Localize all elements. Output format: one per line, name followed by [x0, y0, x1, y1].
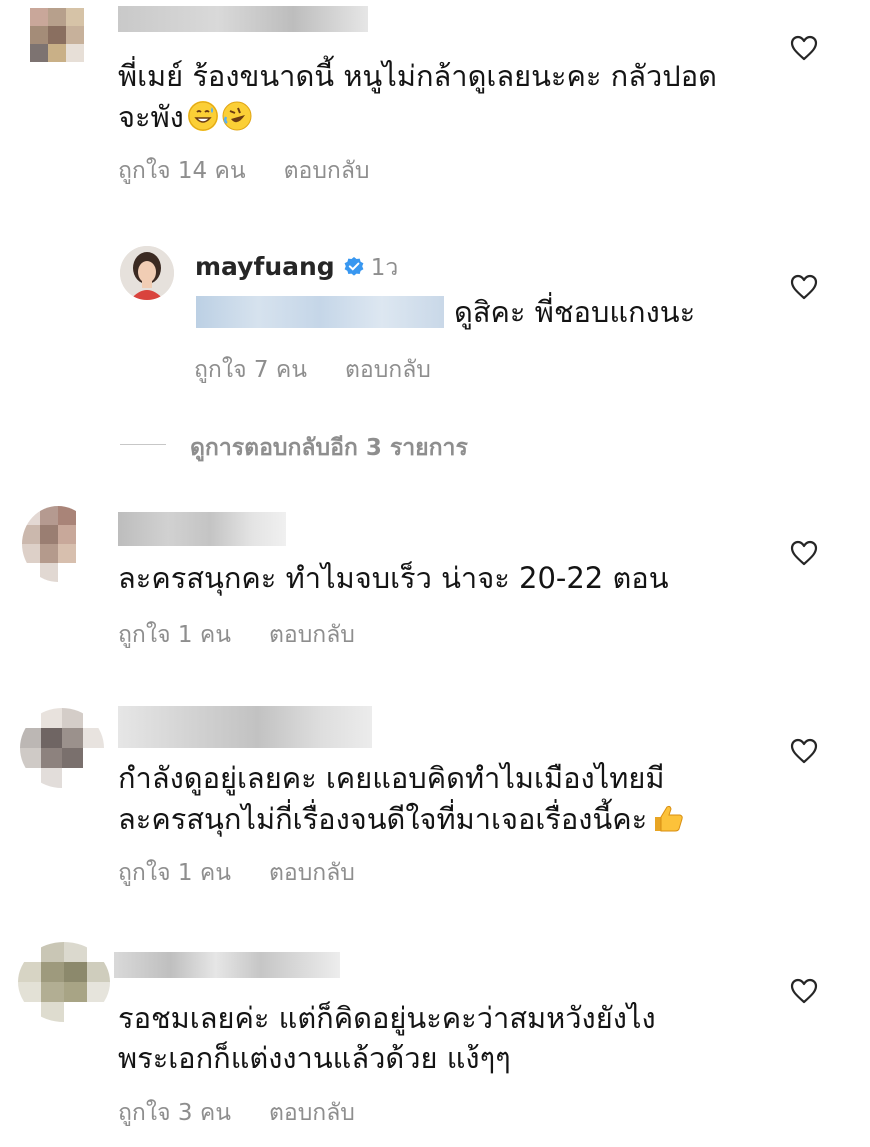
- like-count[interactable]: ถูกใจ 1 คน: [118, 860, 231, 886]
- view-more-replies[interactable]: ดูการตอบกลับอีก 3 รายการ: [190, 430, 468, 466]
- heart-icon[interactable]: [790, 738, 818, 764]
- comment-text: ดูสิคะ พี่ชอบแกงนะ: [454, 295, 696, 329]
- thumbs-up-emoji-icon: [651, 803, 683, 833]
- comment-time: 1ว: [370, 255, 399, 281]
- comment-text: พี่เมย์ ร้องขนาดนี้ หนูไม่กล้าดูเลยนะคะ …: [118, 59, 717, 93]
- avatar[interactable]: [22, 506, 94, 582]
- username-redacted[interactable]: [118, 706, 372, 748]
- heart-icon[interactable]: [790, 274, 818, 300]
- username-redacted[interactable]: [118, 6, 368, 32]
- replies-divider: [120, 444, 166, 445]
- like-count[interactable]: ถูกใจ 3 คน: [118, 1100, 231, 1126]
- like-count[interactable]: ถูกใจ 14 คน: [118, 158, 246, 184]
- reply-button[interactable]: ตอบกลับ: [269, 860, 355, 886]
- avatar[interactable]: [18, 942, 110, 1022]
- username-redacted[interactable]: [118, 512, 286, 546]
- heart-icon[interactable]: [790, 35, 818, 61]
- username-text[interactable]: mayfuang: [195, 252, 335, 281]
- comment-text: ละครสนุกไม่กี่เรื่องจนดีใจที่มาเจอเรื่อง…: [118, 799, 683, 840]
- rolling-laughing-emoji-icon: [222, 101, 252, 131]
- comment-text: รอชมเลยค่ะ แต่ก็คิดอยู่นะคะว่าสมหวังยังไ…: [118, 1001, 656, 1035]
- like-count[interactable]: ถูกใจ 1 คน: [118, 622, 231, 648]
- comment-meta: ถูกใจ 7 คน ตอบกลับ: [194, 352, 431, 388]
- username-redacted[interactable]: [114, 952, 340, 978]
- reply-button[interactable]: ตอบกลับ: [269, 622, 355, 648]
- comment-meta: ถูกใจ 3 คน ตอบกลับ: [118, 1095, 355, 1131]
- username[interactable]: mayfuang 1ว: [195, 250, 398, 286]
- reply-button[interactable]: ตอบกลับ: [284, 158, 370, 184]
- comment-text-line: จะพัง: [118, 100, 184, 134]
- comment-text: พระเอกก็แต่งงานแล้วด้วย แง้ๆๆ: [118, 1041, 511, 1075]
- comment-text: จะพัง: [118, 97, 252, 138]
- heart-icon[interactable]: [790, 978, 818, 1004]
- avatar[interactable]: [20, 708, 104, 788]
- heart-icon[interactable]: [790, 540, 818, 566]
- comment-text: กำลังดูอยู่เลยคะ เคยแอบคิดทำไมเมืองไทยมี: [118, 761, 665, 795]
- grinning-sweat-emoji-icon: [187, 101, 218, 131]
- comment-text-line: ละครสนุกไม่กี่เรื่องจนดีใจที่มาเจอเรื่อง…: [118, 802, 648, 836]
- reply-button[interactable]: ตอบกลับ: [269, 1100, 355, 1126]
- reply-button[interactable]: ตอบกลับ: [345, 357, 431, 383]
- comment-meta: ถูกใจ 1 คน ตอบกลับ: [118, 855, 355, 891]
- like-count[interactable]: ถูกใจ 7 คน: [194, 357, 307, 383]
- avatar[interactable]: [30, 8, 102, 80]
- comment-meta: ถูกใจ 1 คน ตอบกลับ: [118, 617, 355, 653]
- comment-meta: ถูกใจ 14 คน ตอบกลับ: [118, 153, 370, 189]
- verified-badge-icon: [344, 257, 364, 276]
- comment-text: ละครสนุกคะ ทำไมจบเร็ว น่าจะ 20-22 ตอน: [118, 561, 669, 595]
- avatar[interactable]: [120, 246, 174, 300]
- mention-redacted[interactable]: [196, 296, 444, 328]
